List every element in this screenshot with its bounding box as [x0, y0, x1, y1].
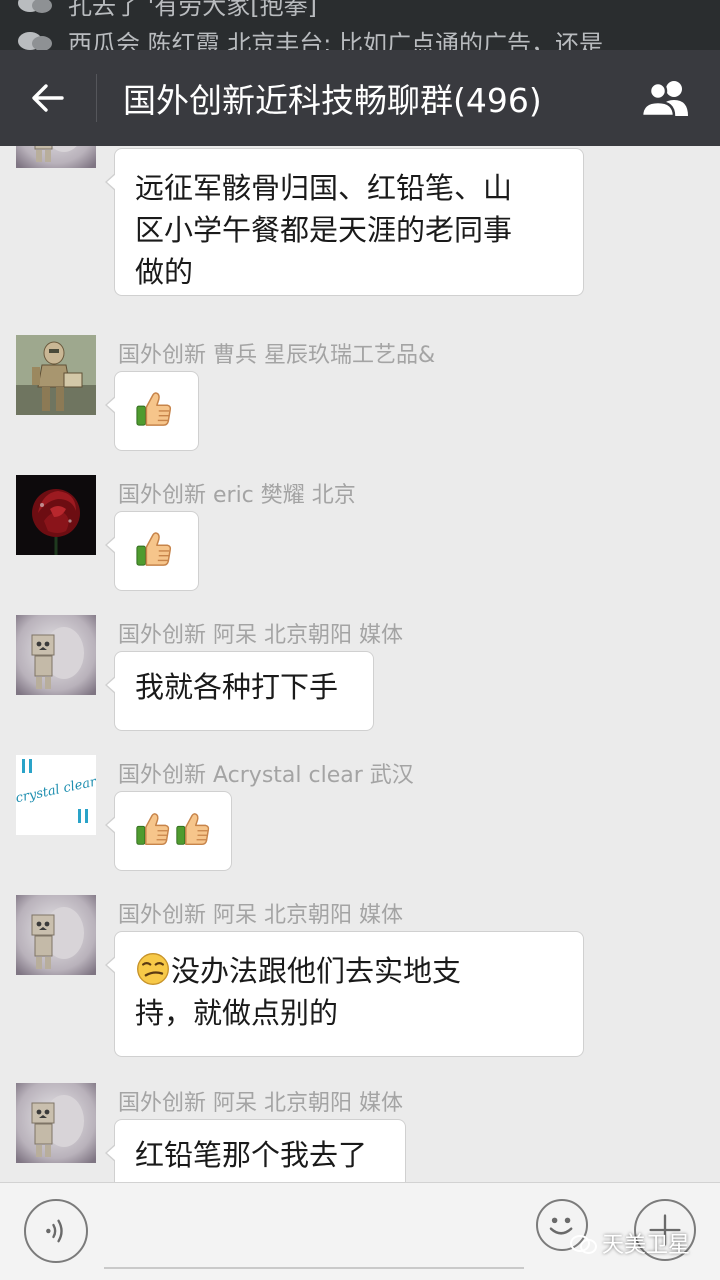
sender-name: 国外创新 曹兵 星辰玖瑞工艺品& [118, 343, 436, 368]
message-bubble[interactable] [105, 791, 232, 871]
input-bar: 天美卫星 [0, 1182, 720, 1280]
chat-header: 国外创新近科技畅聊群(496) [0, 50, 720, 146]
group-members-icon [640, 81, 688, 118]
watermark: 天美卫星 [570, 1227, 690, 1259]
notification-text: 西瓜会 陈红霞 北京丰台: 比如广点通的广告，还是 [68, 29, 603, 51]
message-bubble[interactable] [105, 371, 199, 451]
message-text: 我就各种打下手 [135, 670, 339, 704]
thumbs-up-icon [175, 810, 211, 848]
wechat-icon [18, 0, 54, 14]
voice-input-icon [46, 1219, 63, 1243]
wechat-icon [18, 30, 54, 50]
message-text: 区小学午餐都是天涯的老同事 [135, 213, 513, 247]
message-input[interactable] [104, 1193, 524, 1269]
thumbs-up-icon [135, 810, 171, 848]
sender-name: 国外创新 阿呆 北京朝阳 媒体 [118, 903, 403, 928]
thumbs-up-icon [135, 530, 173, 568]
voice-input-button[interactable] [24, 1199, 88, 1263]
message-bubble[interactable] [105, 511, 199, 591]
message-text: 持，就做点别的 [135, 996, 339, 1030]
watermark-text: 天美卫星 [602, 1233, 691, 1258]
sender-name: 国外创新 Acrystal clear 武汉 [118, 763, 414, 788]
avatar[interactable] [16, 475, 96, 555]
message-bubble[interactable]: 我就各种打下手 [105, 651, 374, 731]
avatar[interactable] [16, 1083, 96, 1163]
notification-text: 孔去了 '有劳大家[抱拳] [68, 0, 317, 20]
arrow-left-icon [32, 84, 64, 112]
chat-title: 国外创新近科技畅聊群(496) [123, 81, 542, 120]
crystal-clear-logo: crystal clear [16, 774, 96, 807]
message-bubble[interactable]: 没办法跟他们去实地支 持，就做点别的 [105, 931, 584, 1057]
status-notification-bar: 孔去了 '有劳大家[抱拳] 西瓜会 陈红霞 北京丰台: 比如广点通的广告，还是 [0, 0, 720, 50]
avatar[interactable] [16, 335, 96, 415]
message-text: 没办法跟他们去实地支 [171, 954, 462, 988]
message-text: 远征军骸骨归国、红铅笔、山 [135, 171, 513, 205]
sender-name: 国外创新 阿呆 北京朝阳 媒体 [118, 1091, 403, 1116]
group-members-button[interactable] [618, 50, 714, 146]
notification-line: 西瓜会 陈红霞 北京丰台: 比如广点通的广告，还是 [18, 28, 603, 50]
avatar[interactable] [16, 895, 96, 975]
message-bubble[interactable]: 红铅笔那个我去了 [105, 1119, 406, 1182]
avatar[interactable] [16, 146, 96, 168]
thumbs-up-icon [135, 390, 173, 428]
wechat-logo-icon [570, 1233, 597, 1254]
sender-name: 国外创新 eric 樊耀 北京 [118, 483, 356, 508]
message-text: 红铅笔那个我去了 [135, 1138, 368, 1172]
message-line: 没办法跟他们去实地支 [135, 950, 563, 992]
message-bubble[interactable]: 远征军骸骨归国、红铅笔、山 区小学午餐都是天涯的老同事 做的 [105, 148, 584, 296]
back-button[interactable] [0, 50, 96, 146]
notification-line: 孔去了 '有劳大家[抱拳] [18, 0, 317, 20]
message-text: 做的 [135, 255, 194, 289]
sender-name: 国外创新 阿呆 北京朝阳 媒体 [118, 623, 403, 648]
header-divider [96, 74, 97, 122]
smirk-face-icon [135, 951, 171, 987]
avatar[interactable] [16, 615, 96, 695]
avatar[interactable]: crystal clear [16, 755, 96, 835]
message-list[interactable]: 远征军骸骨归国、红铅笔、山 区小学午餐都是天涯的老同事 做的 国外创新 曹兵 星… [0, 146, 720, 1182]
